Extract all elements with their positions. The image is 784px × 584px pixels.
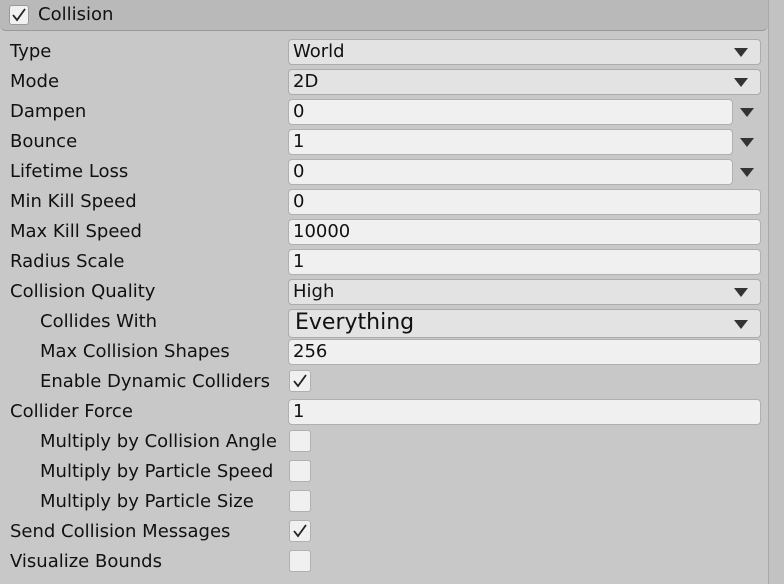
checkmark-icon	[12, 8, 26, 22]
collision-module-header[interactable]: Collision	[0, 0, 768, 31]
dropdown-arrow-icon	[734, 320, 748, 329]
dropdown-arrow-icon	[734, 288, 748, 297]
multiply-by-collision-angle-checkbox[interactable]	[289, 430, 311, 452]
send-collision-messages-checkbox[interactable]	[289, 520, 311, 542]
mode-dropdown[interactable]: 2D	[288, 69, 761, 95]
visualize-bounds-label: Visualize Bounds	[10, 551, 162, 572]
max-collision-shapes-input[interactable]: 256	[288, 339, 761, 365]
checkmark-icon	[293, 374, 307, 388]
enable-dynamic-colliders-checkbox[interactable]	[289, 370, 311, 392]
checkmark-icon	[293, 524, 307, 538]
enable-dynamic-colliders-row: Enable Dynamic Colliders	[0, 367, 768, 397]
collision-quality-row: Collision Quality High	[0, 277, 768, 307]
radius-scale-row: Radius Scale 1	[0, 247, 768, 277]
collider-force-label: Collider Force	[10, 401, 133, 422]
type-label: Type	[10, 41, 52, 62]
mode-value: 2D	[293, 71, 319, 92]
multiply-by-collision-angle-label: Multiply by Collision Angle	[40, 431, 277, 452]
curve-mode-arrow-icon[interactable]	[740, 168, 754, 177]
multiply-by-particle-speed-label: Multiply by Particle Speed	[40, 461, 274, 482]
type-value: World	[293, 41, 345, 62]
multiply-by-particle-speed-row: Multiply by Particle Speed	[0, 457, 768, 487]
collides-with-label: Collides With	[40, 311, 158, 332]
curve-mode-arrow-icon[interactable]	[740, 108, 754, 117]
scrollbar-track[interactable]	[768, 0, 784, 584]
collision-quality-value: High	[293, 281, 335, 302]
radius-scale-label: Radius Scale	[10, 251, 125, 272]
multiply-by-particle-size-row: Multiply by Particle Size	[0, 487, 768, 517]
visualize-bounds-row: Visualize Bounds	[0, 547, 768, 577]
visualize-bounds-checkbox[interactable]	[289, 550, 311, 572]
dampen-input[interactable]: 0	[288, 99, 733, 125]
curve-mode-arrow-icon[interactable]	[740, 138, 754, 147]
collision-module-title: Collision	[38, 4, 114, 25]
max-kill-speed-input[interactable]: 10000	[288, 219, 761, 245]
dampen-label: Dampen	[10, 101, 87, 122]
type-dropdown[interactable]: World	[288, 39, 761, 65]
dropdown-arrow-icon	[734, 78, 748, 87]
max-collision-shapes-label: Max Collision Shapes	[40, 341, 230, 362]
send-collision-messages-label: Send Collision Messages	[10, 521, 231, 542]
multiply-by-particle-size-label: Multiply by Particle Size	[40, 491, 254, 512]
dropdown-arrow-icon	[734, 48, 748, 57]
collision-module-panel: Collision Type World Mode 2D Dampen 0 Bo…	[0, 0, 784, 584]
collides-with-row: Collides With Everything	[0, 307, 768, 339]
lifetime-loss-input[interactable]: 0	[288, 159, 733, 185]
min-kill-speed-label: Min Kill Speed	[10, 191, 137, 212]
lifetime-loss-label: Lifetime Loss	[10, 161, 129, 182]
collision-quality-dropdown[interactable]: High	[288, 279, 761, 305]
bounce-row: Bounce 1	[0, 127, 768, 157]
send-collision-messages-row: Send Collision Messages	[0, 517, 768, 547]
multiply-by-particle-size-checkbox[interactable]	[289, 490, 311, 512]
mode-row: Mode 2D	[0, 67, 768, 97]
max-collision-shapes-row: Max Collision Shapes 256	[0, 337, 768, 367]
dampen-row: Dampen 0	[0, 97, 768, 127]
lifetime-loss-row: Lifetime Loss 0	[0, 157, 768, 187]
max-kill-speed-label: Max Kill Speed	[10, 221, 142, 242]
collider-force-row: Collider Force 1	[0, 397, 768, 427]
bounce-label: Bounce	[10, 131, 78, 152]
collides-with-dropdown[interactable]: Everything	[288, 309, 761, 338]
multiply-by-collision-angle-row: Multiply by Collision Angle	[0, 427, 768, 457]
collides-with-value: Everything	[295, 310, 415, 335]
type-row: Type World	[0, 37, 768, 67]
enable-dynamic-colliders-label: Enable Dynamic Colliders	[40, 371, 271, 392]
collision-enable-checkbox[interactable]	[9, 5, 29, 25]
min-kill-speed-input[interactable]: 0	[288, 189, 761, 215]
bounce-input[interactable]: 1	[288, 129, 733, 155]
max-kill-speed-row: Max Kill Speed 10000	[0, 217, 768, 247]
collision-quality-label: Collision Quality	[10, 281, 156, 302]
min-kill-speed-row: Min Kill Speed 0	[0, 187, 768, 217]
radius-scale-input[interactable]: 1	[288, 249, 761, 275]
mode-label: Mode	[10, 71, 60, 92]
collider-force-input[interactable]: 1	[288, 399, 761, 425]
multiply-by-particle-speed-checkbox[interactable]	[289, 460, 311, 482]
